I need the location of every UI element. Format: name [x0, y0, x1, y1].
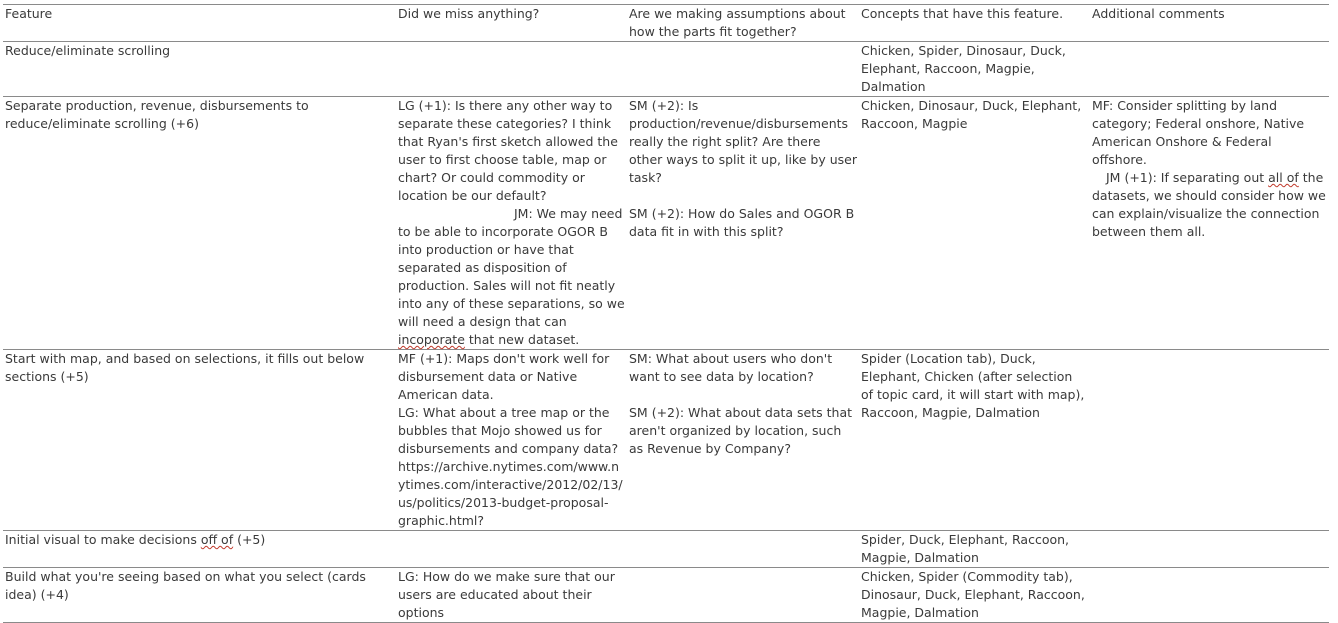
misspelled-word: incoporate	[398, 332, 465, 347]
table-row: Initial visual to make decisions off of …	[3, 531, 1329, 568]
concepts-cell: Chicken, Spider, Dinosaur, Duck, Elephan…	[861, 43, 1070, 94]
comment-text: that new dataset.	[468, 332, 580, 347]
header-feature: Feature	[5, 6, 53, 21]
table-row: Start with map, and based on selections,…	[3, 350, 1329, 531]
header-comments: Additional comments	[1092, 6, 1225, 21]
feature-cell: Build what you're seeing based on what y…	[5, 569, 370, 602]
assumptions-cell: SM (+2): Is production/revenue/disbursem…	[627, 97, 859, 350]
table-header-row: Feature Did we miss anything? Are we mak…	[3, 4, 1329, 42]
comment-text: MF (+1): Maps don't work well for disbur…	[398, 351, 614, 402]
comments-cell	[1090, 531, 1329, 568]
assumptions-cell	[627, 42, 859, 97]
table-row: Build what you're seeing based on what y…	[3, 568, 1329, 623]
misspelled-word: all of	[1268, 170, 1299, 185]
concepts-cell: Chicken, Spider (Commodity tab), Dinosau…	[861, 569, 1089, 620]
header-assumptions: Are we making assumptions about how the …	[629, 6, 850, 39]
feature-cell: Separate production, revenue, disburseme…	[5, 98, 313, 131]
missed-cell	[396, 42, 627, 97]
concepts-cell: Spider, Duck, Elephant, Raccoon, Magpie,…	[861, 532, 1073, 565]
header-missed: Did we miss anything?	[398, 6, 540, 21]
assumptions-cell	[627, 568, 859, 623]
table-row: Reduce/eliminate scrolling Chicken, Spid…	[3, 42, 1329, 97]
missed-cell: MF (+1): Maps don't work well for disbur…	[396, 350, 627, 531]
feature-cell: Reduce/eliminate scrolling	[5, 43, 171, 58]
missed-cell: LG: How do we make sure that our users a…	[398, 569, 619, 620]
feature-cell: Start with map, and based on selections,…	[5, 351, 369, 384]
concepts-cell: Spider (Location tab), Duck, Elephant, C…	[861, 351, 1089, 420]
comments-cell	[1090, 568, 1329, 623]
comment-text: SM (+2): How do Sales and OGOR B data fi…	[629, 206, 859, 239]
comment-text: LG: What about a tree map or the bubbles…	[398, 405, 623, 528]
document-table-page: Feature Did we miss anything? Are we mak…	[3, 4, 1329, 623]
comment-text: SM: What about users who don't want to s…	[629, 351, 837, 384]
assumptions-cell	[627, 531, 859, 568]
comment-text: LG (+1): Is there any other way to separ…	[398, 98, 622, 203]
concepts-cell: Chicken, Dinosaur, Duck, Elephant, Racco…	[861, 98, 1086, 131]
feature-feedback-table: Feature Did we miss anything? Are we mak…	[3, 4, 1329, 623]
missed-cell	[396, 531, 627, 568]
comments-cell: MF: Consider splitting by land category;…	[1090, 97, 1329, 350]
missed-cell: LG (+1): Is there any other way to separ…	[396, 97, 627, 350]
header-concepts: Concepts that have this feature.	[861, 6, 1064, 21]
feature-cell: Initial visual to make decisions off of …	[3, 531, 396, 568]
comment-text: JM (+1): If separating out	[1106, 170, 1269, 185]
misspelled-word: off of	[200, 532, 234, 547]
comment-text: MF: Consider splitting by land category;…	[1092, 98, 1309, 167]
assumptions-cell: SM: What about users who don't want to s…	[627, 350, 859, 531]
comments-cell	[1090, 42, 1329, 97]
table-row: Separate production, revenue, disburseme…	[3, 97, 1329, 350]
comment-text: SM (+2): Is production/revenue/disbursem…	[629, 98, 861, 185]
comment-text: JM: We may need to be able to incorporat…	[398, 206, 629, 329]
comment-text: Initial visual to make decisions	[5, 532, 201, 547]
comments-cell	[1090, 350, 1329, 531]
comment-text: SM (+2): What about data sets that aren'…	[629, 405, 857, 456]
comment-text: (+5)	[233, 532, 266, 547]
